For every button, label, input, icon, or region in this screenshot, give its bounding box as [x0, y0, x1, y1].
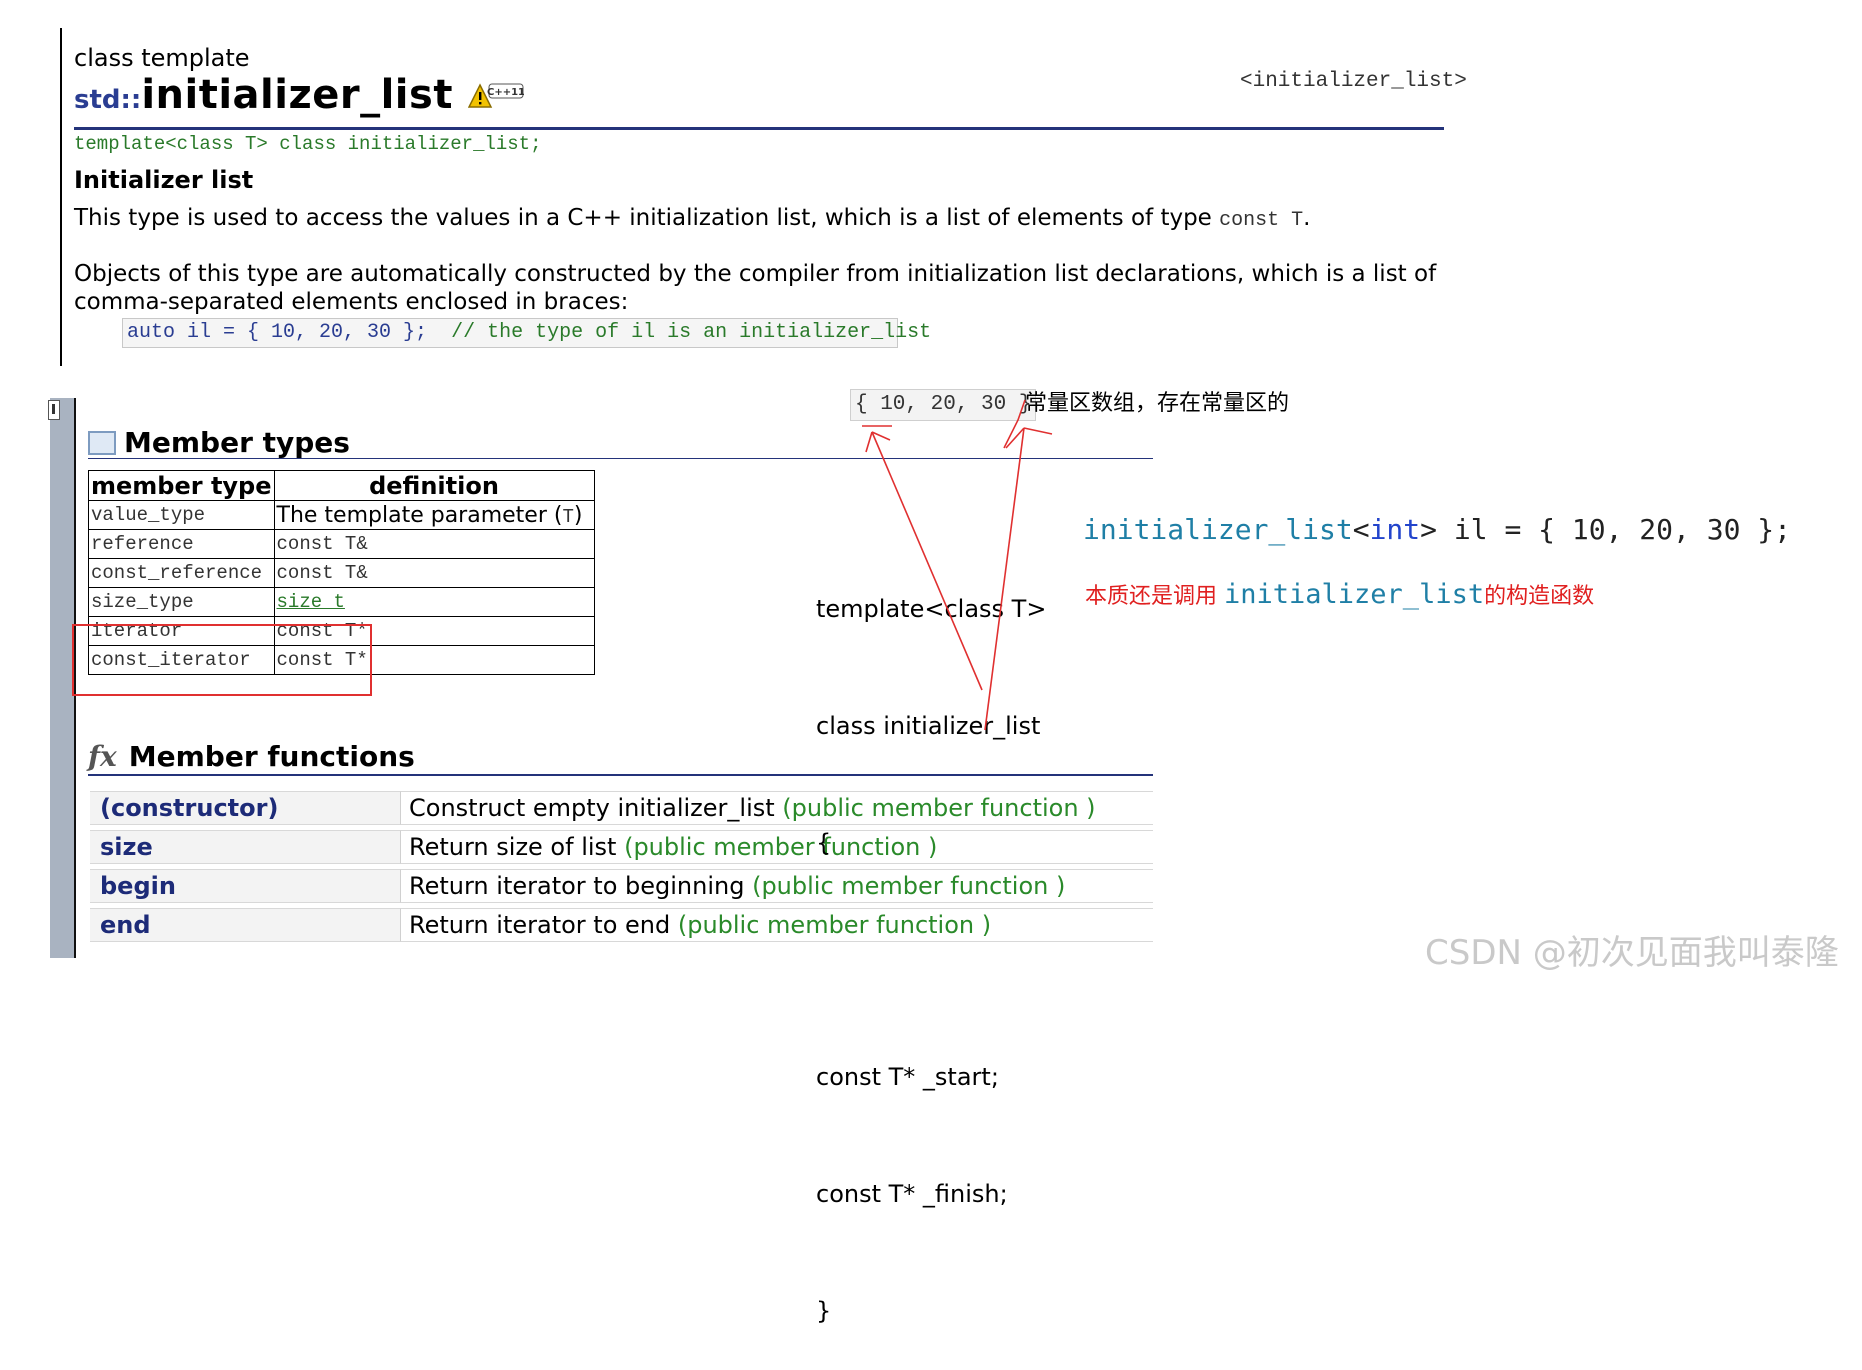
arrow-start-head — [865, 431, 891, 453]
annotation-arrows — [862, 399, 1053, 731]
struct-line: } — [816, 1297, 832, 1325]
arrow-finish-line — [984, 427, 1025, 731]
struct-line: const T* _finish; — [816, 1180, 1008, 1208]
struct-line: const T* _start; — [816, 1063, 999, 1091]
watermark: CSDN @初次见面我叫泰隆 — [1425, 933, 1839, 973]
arrow-start-line — [871, 431, 983, 691]
